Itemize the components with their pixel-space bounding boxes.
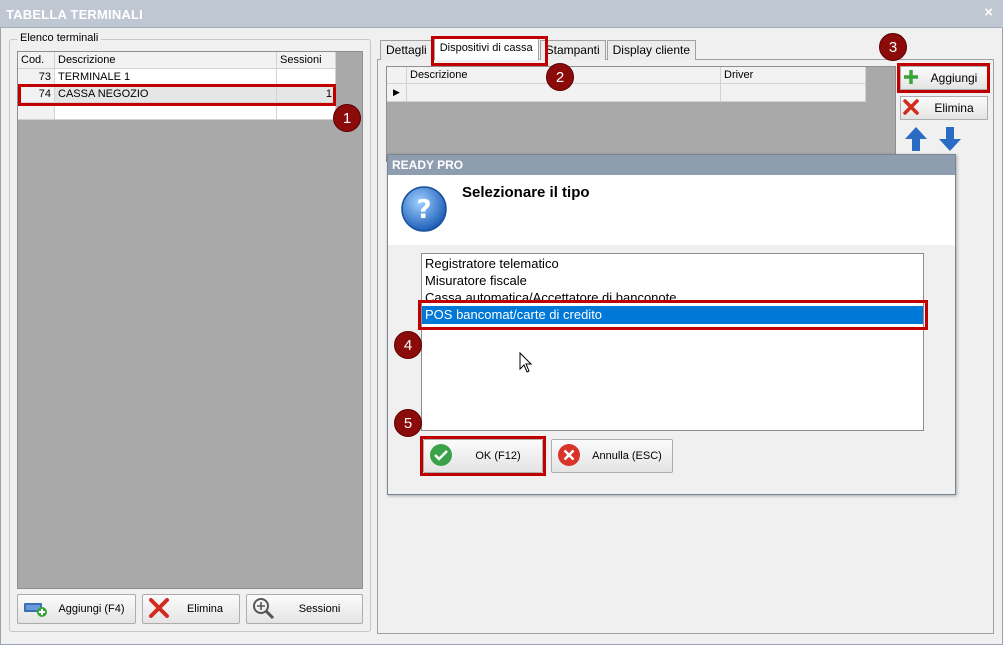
grid-header: Cod. Descrizione Sessioni bbox=[18, 52, 336, 69]
delete-terminal-label: Elimina bbox=[186, 603, 224, 615]
column-header-sessioni[interactable]: Sessioni bbox=[277, 52, 336, 69]
highlight-box-option bbox=[418, 300, 928, 330]
column-header-descrizione[interactable]: Descrizione bbox=[55, 52, 277, 69]
title-bar: TABELLA TERMINALI × bbox=[0, 0, 1003, 28]
highlight-box-add bbox=[897, 63, 990, 93]
cancel-icon bbox=[552, 442, 582, 471]
table-row[interactable]: ▶ bbox=[387, 84, 866, 102]
window-title: TABELLA TERMINALI bbox=[6, 7, 143, 22]
cancel-label: Annulla (ESC) bbox=[592, 450, 662, 462]
arrow-up-icon bbox=[905, 127, 927, 151]
delete-device-label: Elimina bbox=[934, 101, 974, 115]
highlight-box-row bbox=[18, 84, 336, 106]
devices-grid-header: Descrizione Driver bbox=[387, 67, 866, 84]
highlight-box-tab bbox=[431, 36, 548, 66]
list-item[interactable]: Misuratore fiscale bbox=[422, 272, 923, 290]
close-icon[interactable]: × bbox=[984, 4, 993, 21]
cancel-button[interactable]: Annulla (ESC) bbox=[551, 439, 673, 473]
delete-terminal-button[interactable]: Elimina bbox=[142, 594, 240, 624]
type-listbox[interactable]: Registratore telematico Misuratore fisca… bbox=[421, 253, 924, 431]
column-header-driver[interactable]: Driver bbox=[721, 67, 866, 84]
delete-icon bbox=[901, 98, 921, 119]
arrow-down-icon bbox=[939, 127, 961, 151]
mouse-cursor-icon bbox=[519, 351, 533, 377]
row-indicator-header bbox=[387, 67, 407, 84]
step-badge-3: 3 bbox=[879, 33, 907, 61]
add-terminal-button[interactable]: Aggiungi (F4) bbox=[17, 594, 136, 624]
sessions-label: Sessioni bbox=[298, 603, 341, 615]
delete-device-button[interactable]: Elimina bbox=[900, 96, 988, 120]
add-terminal-label: Aggiungi (F4) bbox=[58, 603, 125, 615]
dialog-header: ? Selezionare il tipo bbox=[388, 175, 955, 245]
step-badge-1: 1 bbox=[333, 104, 361, 132]
row-indicator-icon: ▶ bbox=[387, 84, 407, 102]
add-terminal-icon bbox=[18, 598, 48, 621]
highlight-box-ok bbox=[420, 436, 546, 476]
step-badge-4: 4 bbox=[394, 331, 422, 359]
sessions-button[interactable]: Sessioni bbox=[246, 594, 363, 624]
delete-icon bbox=[143, 597, 171, 622]
dialog-heading: Selezionare il tipo bbox=[462, 184, 590, 201]
question-icon: ? bbox=[400, 185, 448, 236]
step-badge-5: 5 bbox=[394, 409, 422, 437]
cell-driver bbox=[721, 84, 866, 102]
dialog-title: READY PRO bbox=[388, 155, 955, 175]
move-up-button[interactable] bbox=[902, 125, 930, 153]
svg-text:?: ? bbox=[416, 195, 431, 225]
terminals-grid[interactable]: Cod. Descrizione Sessioni 73 TERMINALE 1… bbox=[17, 51, 363, 589]
zoom-icon bbox=[247, 597, 277, 622]
tab-display-cliente[interactable]: Display cliente bbox=[606, 40, 697, 60]
tab-dettagli[interactable]: Dettagli bbox=[380, 40, 433, 60]
column-header-cod[interactable]: Cod. bbox=[18, 52, 55, 69]
terminals-group-label: Elenco terminali bbox=[17, 32, 102, 44]
move-down-button[interactable] bbox=[936, 125, 964, 153]
tab-stampanti[interactable]: Stampanti bbox=[539, 40, 606, 60]
step-badge-2: 2 bbox=[546, 63, 574, 91]
devices-grid[interactable]: Descrizione Driver ▶ bbox=[386, 66, 896, 162]
list-item[interactable]: Registratore telematico bbox=[422, 255, 923, 273]
